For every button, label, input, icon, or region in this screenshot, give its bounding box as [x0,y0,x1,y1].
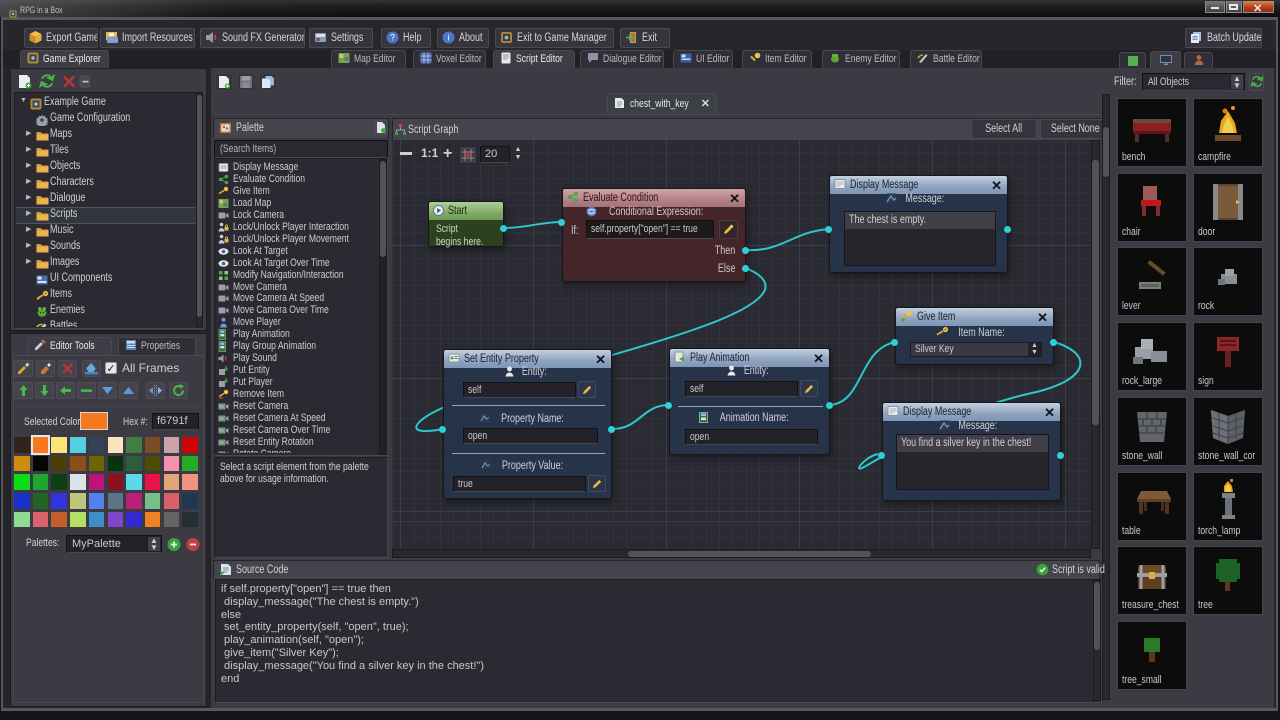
svg-text:?: ? [390,33,395,43]
svg-text:i: i [448,33,450,43]
